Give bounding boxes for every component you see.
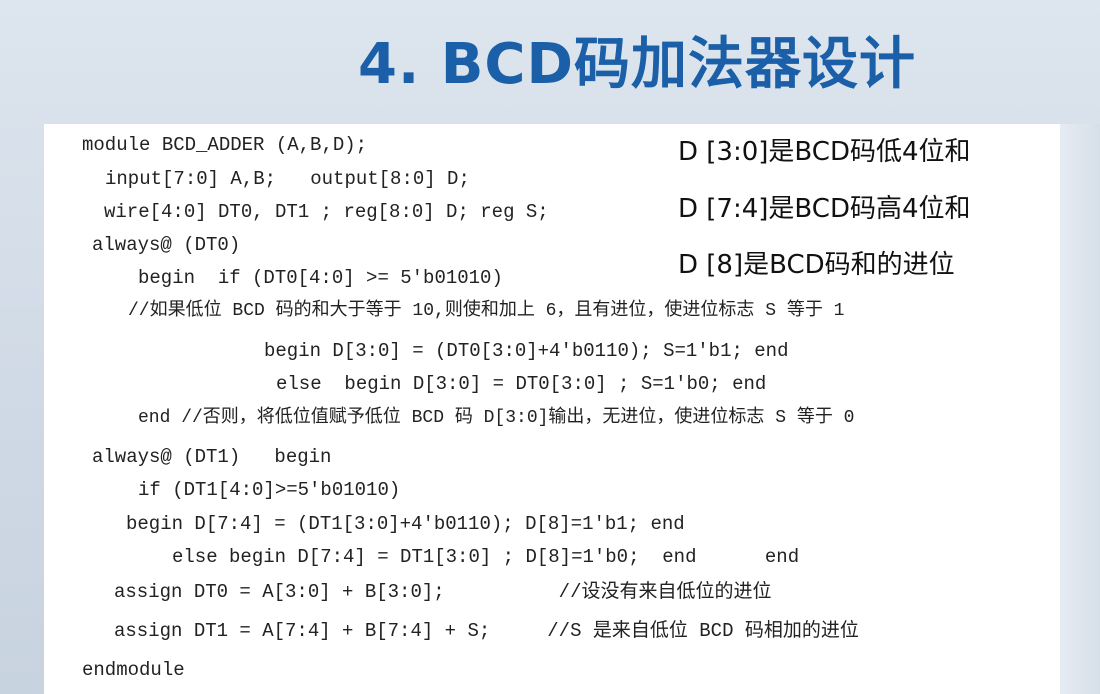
code-line-end-comment: end //否则，将低位值赋予低位 BCD 码 D[3:0]输出，无进位，使进位… <box>138 408 855 428</box>
code-line-assign-dt0: assign DT0 = A[3:0] + B[3:0]; //设没有来自低位的… <box>114 581 772 603</box>
note-carry: D [8]是BCD码和的进位 <box>678 250 955 280</box>
code-line-else-d74: else begin D[7:4] = DT1[3:0] ; D[8]=1'b0… <box>172 546 800 568</box>
code-panel: module BCD_ADDER (A,B,D); input[7:0] A,B… <box>44 124 1060 694</box>
note-high-sum: D [7:4]是BCD码高4位和 <box>678 194 971 224</box>
slide-title: 4. BCD码加法器设计 <box>358 32 916 97</box>
panel-edge-decoration <box>1060 124 1100 694</box>
code-line-wires: wire[4:0] DT0, DT1 ; reg[8:0] D; reg S; <box>104 201 549 223</box>
code-line-always-dt1: always@ (DT1) begin <box>92 446 332 468</box>
code-line-inputs: input[7:0] A,B; output[8:0] D; <box>105 168 470 190</box>
code-line-if-dt1: if (DT1[4:0]>=5'b01010) <box>138 479 401 501</box>
code-line-assign-dt1: assign DT1 = A[7:4] + B[7:4] + S; //S 是来… <box>114 620 859 642</box>
code-line-always-dt0: always@ (DT0) <box>92 234 241 256</box>
code-line-endmodule: endmodule <box>82 659 185 681</box>
code-line-begin-d74: begin D[7:4] = (DT1[3:0]+4'b0110); D[8]=… <box>126 513 685 535</box>
code-line-else-d30: else begin D[3:0] = DT0[3:0] ; S=1'b0; e… <box>276 373 767 395</box>
code-line-begin-if-dt0: begin if (DT0[4:0] >= 5'b01010) <box>138 267 503 289</box>
code-line-comment-low-carry: //如果低位 BCD 码的和大于等于 10,则使和加上 6，且有进位，使进位标志… <box>128 301 845 321</box>
code-line-begin-d30: begin D[3:0] = (DT0[3:0]+4'b0110); S=1'b… <box>264 340 789 362</box>
note-low-sum: D [3:0]是BCD码低4位和 <box>678 137 971 167</box>
code-line-module: module BCD_ADDER (A,B,D); <box>82 134 368 156</box>
